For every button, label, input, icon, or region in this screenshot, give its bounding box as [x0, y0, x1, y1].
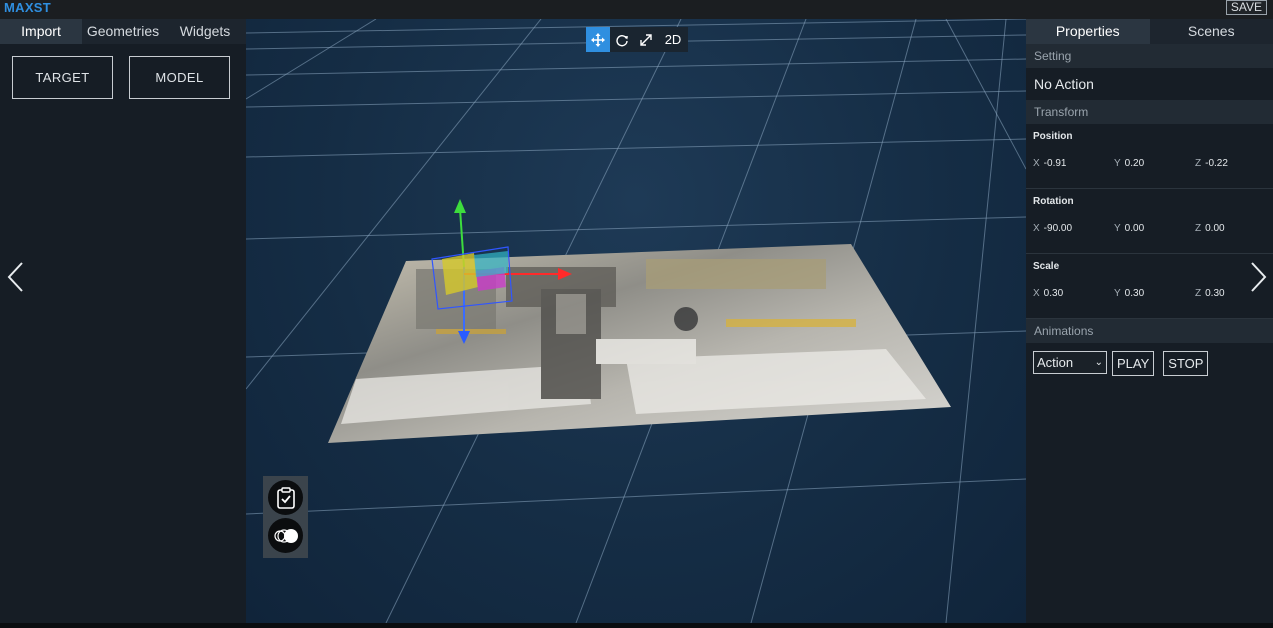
chevron-down-icon: ⌄: [1094, 357, 1103, 368]
tab-import[interactable]: Import: [0, 19, 82, 44]
chevron-right-icon[interactable]: [1246, 259, 1270, 295]
rotate-tool-icon[interactable]: [610, 27, 634, 52]
import-buttons: TARGET MODEL: [0, 44, 246, 111]
scene-viewport[interactable]: 2D: [246, 19, 1026, 623]
left-panel: Import Geometries Widgets TARGET MODEL: [0, 19, 246, 628]
tab-geometries[interactable]: Geometries: [82, 19, 164, 44]
chevron-left-icon[interactable]: [4, 259, 28, 295]
save-button[interactable]: SAVE: [1225, 0, 1267, 15]
scale-group: Scale X 0.30 Y 0.30 Z 0.30: [1026, 254, 1273, 319]
toggle-icon[interactable]: [268, 518, 303, 553]
tab-widgets[interactable]: Widgets: [164, 19, 246, 44]
action-select[interactable]: Action ⌄: [1033, 351, 1107, 374]
tab-scenes[interactable]: Scenes: [1149, 19, 1273, 44]
rotation-x[interactable]: X -90.00: [1033, 223, 1072, 234]
clipboard-check-icon[interactable]: [268, 480, 303, 515]
transform-header: Transform: [1026, 100, 1273, 124]
position-group: Position X -0.91 Y 0.20 Z -0.22: [1026, 124, 1273, 189]
bottom-strip: [0, 623, 1273, 628]
right-tabs: Properties Scenes: [1026, 19, 1273, 44]
position-x[interactable]: X -0.91: [1033, 158, 1066, 169]
rotation-label: Rotation: [1033, 196, 1074, 207]
rotation-z[interactable]: Z 0.00: [1195, 223, 1225, 234]
rotation-y[interactable]: Y 0.00: [1114, 223, 1144, 234]
left-tabs: Import Geometries Widgets: [0, 19, 246, 44]
rotation-group: Rotation X -90.00 Y 0.00 Z 0.00: [1026, 189, 1273, 254]
animations-header: Animations: [1026, 319, 1273, 343]
scale-y[interactable]: Y 0.30: [1114, 288, 1144, 299]
setting-header: Setting: [1026, 44, 1273, 68]
properties-panel: Properties Scenes Setting No Action Tran…: [1026, 19, 1273, 628]
scale-z[interactable]: Z 0.30: [1195, 288, 1225, 299]
mode-2d-button[interactable]: 2D: [658, 27, 688, 52]
target-button[interactable]: TARGET: [12, 56, 113, 99]
position-y[interactable]: Y 0.20: [1114, 158, 1144, 169]
position-z[interactable]: Z -0.22: [1195, 158, 1228, 169]
top-bar: MAXST SAVE: [0, 0, 1273, 19]
side-tool-panel: [263, 476, 308, 558]
move-tool-icon[interactable]: [586, 27, 610, 52]
scale-label: Scale: [1033, 261, 1060, 272]
brand-logo: MAXST: [4, 0, 51, 15]
scale-tool-icon[interactable]: [634, 27, 658, 52]
stop-button[interactable]: STOP: [1163, 351, 1209, 376]
play-button[interactable]: PLAY: [1112, 351, 1155, 376]
target-image-plane[interactable]: [246, 19, 1026, 623]
animation-controls: Action ⌄ PLAY STOP: [1026, 343, 1273, 384]
transform-toolbar: 2D: [586, 27, 688, 52]
position-label: Position: [1033, 131, 1073, 142]
tab-properties[interactable]: Properties: [1026, 19, 1150, 44]
setting-value[interactable]: No Action: [1026, 68, 1273, 100]
scale-x[interactable]: X 0.30: [1033, 288, 1063, 299]
model-button[interactable]: MODEL: [129, 56, 230, 99]
